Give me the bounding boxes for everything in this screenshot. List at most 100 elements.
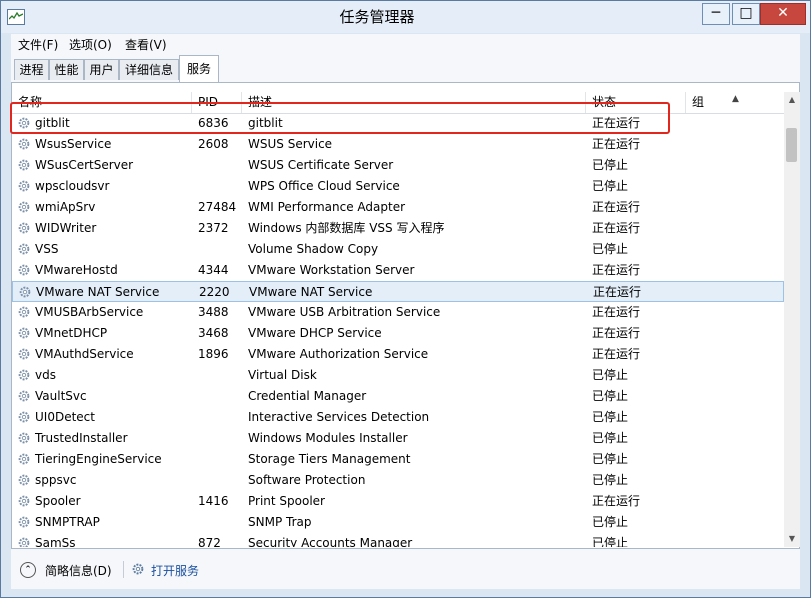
service-status: 正在运行 bbox=[592, 326, 641, 340]
service-pid: 2372 bbox=[198, 221, 229, 235]
service-name: VMwareHostd bbox=[35, 263, 118, 277]
service-status: 正在运行 bbox=[593, 285, 642, 299]
service-description: Credential Manager bbox=[248, 389, 367, 403]
service-row[interactable]: vds Virtual Disk 已停止 bbox=[12, 365, 784, 386]
service-pid: 1896 bbox=[198, 347, 229, 361]
service-row[interactable]: VMware NAT Service 2220 VMware NAT Service… bbox=[12, 281, 784, 302]
service-status: 正在运行 bbox=[592, 305, 641, 319]
window-title: 任务管理器 bbox=[339, 8, 415, 26]
service-status: 正在运行 bbox=[592, 221, 641, 235]
service-description: WSUS Service bbox=[248, 137, 333, 151]
service-row[interactable]: wmiApSrv 27484 WMI Performance Adapter 正在运行 bbox=[12, 197, 784, 218]
service-name: VMAuthdService bbox=[35, 347, 134, 361]
service-row[interactable]: VMUSBArbService 3488 VMware USB Arbitratio… bbox=[12, 302, 784, 323]
service-status: 已停止 bbox=[592, 473, 629, 487]
service-status: 已停止 bbox=[592, 431, 629, 445]
service-row[interactable]: SamSs 872 Security Accounts Manager 已停止 bbox=[12, 533, 784, 547]
service-description: Print Spooler bbox=[248, 494, 325, 508]
service-status: 正在运行 bbox=[592, 137, 641, 151]
service-row[interactable]: WsusService 2608 WSUS Service 正在运行 bbox=[12, 134, 784, 155]
service-pid: 872 bbox=[198, 536, 221, 547]
footer-bar: ⌃ 简略信息(D) 打开服务 bbox=[11, 549, 800, 589]
service-gear-icon bbox=[17, 473, 31, 487]
service-name: SNMPTRAP bbox=[35, 515, 100, 529]
service-name: VMUSBArbService bbox=[35, 305, 144, 319]
service-row[interactable]: wpscloudsvr WPS Office Cloud Service 已停止 bbox=[12, 176, 784, 197]
service-row[interactable]: sppsvc Software Protection 已停止 bbox=[12, 470, 784, 491]
service-name: TieringEngineService bbox=[35, 452, 162, 466]
tab-services[interactable]: 服务 bbox=[179, 55, 219, 82]
menu-view[interactable]: 查看(V) bbox=[125, 36, 167, 53]
service-name: TrustedInstaller bbox=[35, 431, 128, 445]
service-pid: 3488 bbox=[198, 305, 229, 319]
scroll-down-button[interactable]: ▼ bbox=[784, 531, 800, 547]
collapse-up-icon[interactable]: ⌃ bbox=[20, 562, 36, 578]
service-row[interactable]: WSusCertServer WSUS Certificate Server 已停止 bbox=[12, 155, 784, 176]
service-gear-icon bbox=[17, 158, 31, 172]
service-description: Storage Tiers Management bbox=[248, 452, 411, 466]
title-bar[interactable]: 任务管理器 ─ □ ✕ bbox=[1, 1, 810, 33]
service-row[interactable]: VMwareHostd 4344 VMware Workstation Server… bbox=[12, 260, 784, 281]
service-gear-icon bbox=[17, 242, 31, 256]
service-description: SNMP Trap bbox=[248, 515, 312, 529]
service-row[interactable]: TieringEngineService Storage Tiers Manage… bbox=[12, 449, 784, 470]
service-name: wpscloudsvr bbox=[35, 179, 110, 193]
task-manager-window: 任务管理器 ─ □ ✕ 文件(F) 选项(O) 查看(V) 进程 性能 用户 详… bbox=[0, 0, 811, 598]
service-description: Software Protection bbox=[248, 473, 366, 487]
service-gear-icon bbox=[17, 515, 31, 529]
service-status: 正在运行 bbox=[592, 494, 641, 508]
footer-divider bbox=[123, 561, 124, 578]
service-row[interactable]: Spooler 1416 Print Spooler 正在运行 bbox=[12, 491, 784, 512]
service-row[interactable]: TrustedInstaller Windows Modules Installe… bbox=[12, 428, 784, 449]
service-pid: 3468 bbox=[198, 326, 229, 340]
services-panel: 名称 PID 描述 状态 组 ▲ gitblit 6836 gitblit 正在运行 W… bbox=[11, 82, 800, 549]
fewer-details-link[interactable]: 简略信息(D) bbox=[45, 562, 112, 579]
service-gear-icon bbox=[17, 179, 31, 193]
close-button[interactable]: ✕ bbox=[760, 3, 806, 25]
service-name: VMnetDHCP bbox=[35, 326, 108, 340]
service-description: WMI Performance Adapter bbox=[248, 200, 406, 214]
open-services-link[interactable]: 打开服务 bbox=[151, 562, 199, 579]
service-gear-icon bbox=[17, 326, 31, 340]
service-status: 已停止 bbox=[592, 515, 629, 529]
service-row[interactable]: UI0Detect Interactive Services Detection 已… bbox=[12, 407, 784, 428]
tab-details[interactable]: 详细信息 bbox=[119, 59, 179, 80]
service-status: 已停止 bbox=[592, 158, 629, 172]
highlight-annotation-box bbox=[10, 102, 670, 134]
service-gear-icon bbox=[17, 347, 31, 361]
service-row[interactable]: WIDWriter 2372 Windows 内部数据库 VSS 写入程序 正在运行 bbox=[12, 218, 784, 239]
service-description: Interactive Services Detection bbox=[248, 410, 430, 424]
service-row[interactable]: VSS Volume Shadow Copy 已停止 bbox=[12, 239, 784, 260]
scroll-thumb[interactable] bbox=[786, 128, 797, 162]
maximize-button[interactable]: □ bbox=[732, 3, 760, 25]
service-name: VSS bbox=[35, 242, 59, 256]
service-row[interactable]: VaultSvc Credential Manager 已停止 bbox=[12, 386, 784, 407]
tab-processes[interactable]: 进程 bbox=[14, 59, 49, 80]
service-gear-icon bbox=[17, 200, 31, 214]
tab-performance[interactable]: 性能 bbox=[49, 59, 84, 80]
menu-file[interactable]: 文件(F) bbox=[18, 36, 58, 53]
service-gear-icon bbox=[17, 536, 31, 547]
service-row[interactable]: VMAuthdService 1896 VMware Authorization S… bbox=[12, 344, 784, 365]
service-name: VaultSvc bbox=[35, 389, 87, 403]
minimize-button[interactable]: ─ bbox=[702, 3, 730, 25]
services-list: gitblit 6836 gitblit 正在运行 WsusService 2608 WSU… bbox=[12, 113, 784, 547]
vertical-scrollbar[interactable]: ▲ ▼ bbox=[784, 92, 800, 547]
service-gear-icon bbox=[18, 285, 32, 299]
tab-users[interactable]: 用户 bbox=[84, 59, 119, 80]
service-status: 已停止 bbox=[592, 179, 629, 193]
service-description: VMware NAT Service bbox=[249, 285, 373, 299]
service-row[interactable]: SNMPTRAP SNMP Trap 已停止 bbox=[12, 512, 784, 533]
service-gear-icon bbox=[17, 452, 31, 466]
service-name: UI0Detect bbox=[35, 410, 95, 424]
service-name: WsusService bbox=[35, 137, 112, 151]
scroll-up-button[interactable]: ▲ bbox=[784, 92, 800, 108]
service-description: VMware Workstation Server bbox=[248, 263, 415, 277]
menu-options[interactable]: 选项(O) bbox=[69, 36, 112, 53]
service-name: vds bbox=[35, 368, 56, 382]
tab-bar: 进程 性能 用户 详细信息 服务 bbox=[11, 54, 800, 82]
service-status: 正在运行 bbox=[592, 347, 641, 361]
service-name: WSusCertServer bbox=[35, 158, 134, 172]
service-row[interactable]: VMnetDHCP 3468 VMware DHCP Service 正在运行 bbox=[12, 323, 784, 344]
service-name: WIDWriter bbox=[35, 221, 97, 235]
